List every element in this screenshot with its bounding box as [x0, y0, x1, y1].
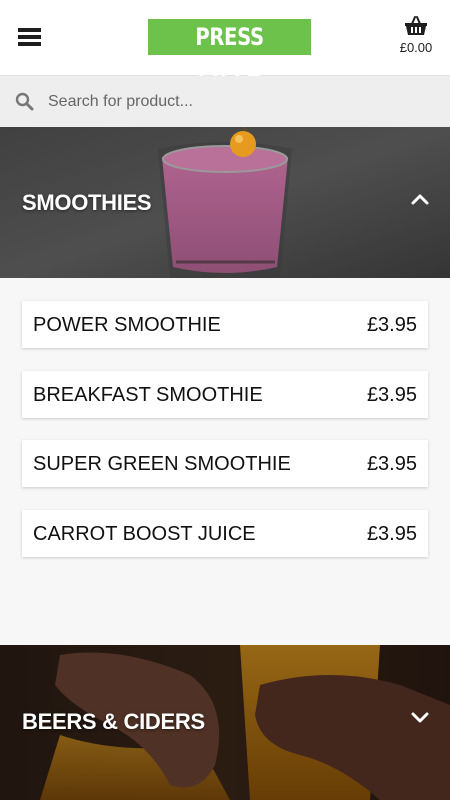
product-price: £3.95 — [366, 314, 417, 336]
product-item-super-green-smoothie[interactable]: SUPER GREEN SMOOTHIE £3.95 — [22, 440, 428, 487]
product-item-power-smoothie[interactable]: POWER SMOOTHIE £3.95 — [22, 301, 428, 348]
chevron-up-icon[interactable] — [411, 193, 429, 205]
product-price: £3.95 — [366, 384, 417, 406]
search-input[interactable] — [48, 89, 428, 115]
product-name: SUPER GREEN SMOOTHIE — [33, 453, 291, 475]
product-name: CARROT BOOST JUICE — [33, 523, 256, 545]
category-title: SMOOTHIES — [22, 190, 152, 215]
product-name: POWER SMOOTHIE — [33, 314, 221, 336]
chevron-down-icon[interactable] — [411, 711, 429, 723]
product-list: POWER SMOOTHIE £3.95 BREAKFAST SMOOTHIE … — [0, 278, 450, 645]
basket-icon — [405, 16, 427, 35]
search-icon — [15, 92, 34, 111]
product-item-carrot-boost-juice[interactable]: CARROT BOOST JUICE £3.95 — [22, 510, 428, 557]
category-beers-ciders[interactable]: BEERS & CIDERS — [0, 645, 450, 800]
basket-button[interactable]: £0.00 — [396, 16, 436, 55]
logo[interactable]: PRESS PIZZA — [148, 19, 311, 87]
app-header: PRESS PIZZA £0.00 — [0, 0, 450, 87]
category-smoothies[interactable]: SMOOTHIES — [0, 127, 450, 278]
search-bar — [0, 76, 450, 127]
basket-total: £0.00 — [399, 40, 433, 55]
product-item-breakfast-smoothie[interactable]: BREAKFAST SMOOTHIE £3.95 — [22, 371, 428, 418]
category-title: BEERS & CIDERS — [22, 709, 205, 734]
hamburger-menu-icon[interactable] — [18, 26, 42, 48]
product-price: £3.95 — [366, 453, 417, 475]
product-price: £3.95 — [366, 523, 417, 545]
product-name: BREAKFAST SMOOTHIE — [33, 384, 263, 406]
